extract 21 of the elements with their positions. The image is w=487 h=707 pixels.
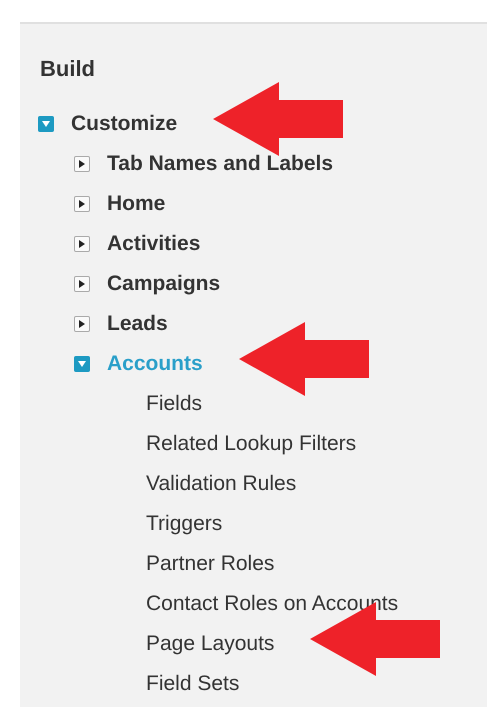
section-title: Build — [39, 56, 96, 82]
tree-item[interactable]: Related Lookup Filters — [146, 432, 356, 456]
expand-icon[interactable] — [74, 236, 90, 252]
expand-icon[interactable] — [74, 276, 90, 292]
tree-item[interactable]: Page Layouts — [146, 632, 274, 656]
tree-item[interactable]: Field Sets — [146, 672, 240, 696]
tree-item[interactable]: Home — [107, 192, 166, 216]
tree-item[interactable]: Leads — [107, 312, 168, 336]
expand-icon[interactable] — [74, 316, 90, 332]
expand-icon[interactable] — [74, 156, 90, 172]
collapse-icon[interactable] — [74, 356, 90, 372]
tree-item[interactable]: Tab Names and Labels — [107, 152, 334, 176]
tree-item[interactable]: Validation Rules — [146, 472, 296, 496]
tree-item[interactable]: Customize — [71, 112, 178, 136]
tree-item[interactable]: Triggers — [146, 512, 222, 536]
tree-item[interactable]: Partner Roles — [146, 552, 274, 576]
expand-icon[interactable] — [74, 196, 90, 212]
tree-item[interactable]: Activities — [107, 232, 200, 256]
tree-item[interactable]: Campaigns — [107, 272, 220, 296]
collapse-icon[interactable] — [38, 116, 54, 132]
tree-item[interactable]: Fields — [146, 392, 202, 416]
